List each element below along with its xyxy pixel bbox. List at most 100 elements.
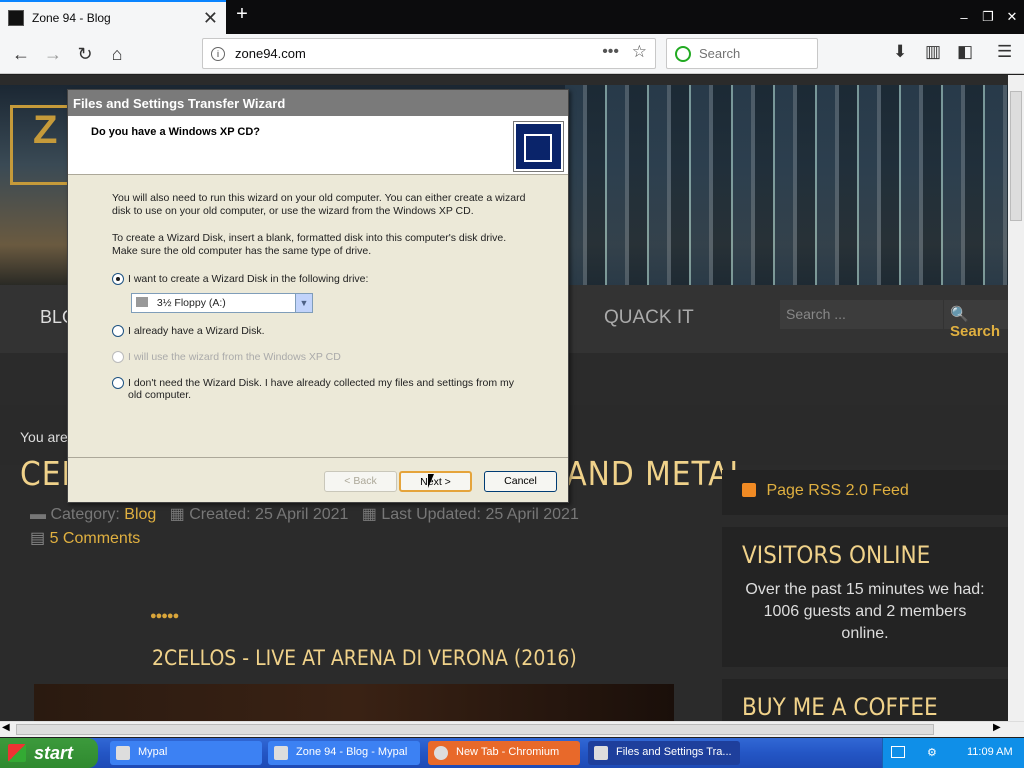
downloads-icon[interactable]: ⬇ (893, 42, 907, 62)
menu-item-quack-it[interactable]: QUACK IT (604, 307, 694, 329)
option-cd-label: I will use the wizard from the Windows X… (128, 351, 341, 363)
drive-value: 3½ Floppy (A:) (156, 297, 226, 309)
system-tray: ⚙ 11:09 AM (882, 738, 1024, 768)
horizontal-scroll-thumb[interactable] (16, 724, 934, 735)
dialog-question: Do you have a Windows XP CD? (91, 126, 261, 138)
close-window-button[interactable]: ✕ (1000, 0, 1024, 34)
folder-icon: ▬ (30, 506, 46, 523)
wizard-icon (594, 746, 608, 760)
vertical-scroll-thumb[interactable] (1010, 91, 1022, 221)
transfer-wizard-dialog: Files and Settings Transfer Wizard Do yo… (67, 89, 569, 503)
task-label: Zone 94 - Blog - Mypal (296, 746, 408, 758)
drive-select[interactable]: 3½ Floppy (A:) ▼ (131, 293, 313, 313)
site-search-button[interactable]: 🔍Search (944, 300, 1008, 340)
url-text: zone94.com (235, 46, 306, 61)
visitors-online-box: VISITORS ONLINE Over the past 15 minutes… (722, 527, 1008, 667)
library-icon[interactable]: ▥ (925, 42, 941, 62)
forward-arrow-icon[interactable]: → (40, 41, 66, 67)
minimize-button[interactable]: ‒ (952, 0, 976, 34)
site-info-icon[interactable]: i (211, 46, 225, 61)
site-logo[interactable]: Z (10, 105, 70, 185)
tab-zone94-blog[interactable]: Zone 94 - Blog ✕ (0, 0, 226, 34)
task-label: Files and Settings Tra... (616, 746, 732, 758)
dialog-separator (68, 457, 568, 458)
video-title: 2CELLOS - LIVE AT ARENA DI VERONA (2016) (152, 646, 577, 670)
site-search-label: Search (950, 323, 1001, 340)
dialog-body: You will also need to run this wizard on… (112, 192, 532, 272)
task-transfer-wizard[interactable]: Files and Settings Tra... (588, 741, 740, 765)
url-bar[interactable]: i zone94.com ••• ☆ (202, 38, 656, 69)
task-label: Mypal (138, 746, 168, 758)
taskbar: start Mypal Zone 94 - Blog - Mypal New T… (0, 738, 1024, 768)
dialog-header: Do you have a Windows XP CD? (68, 116, 568, 175)
calendar-icon: ▦ (361, 506, 377, 523)
category-label: Category: (50, 506, 120, 523)
dialog-para-1: You will also need to run this wizard on… (112, 192, 526, 217)
option-create-label: I want to create a Wizard Disk in the fo… (128, 273, 369, 285)
keyboard-icon[interactable] (891, 746, 905, 758)
dialog-title[interactable]: Files and Settings Transfer Wizard (68, 90, 568, 116)
start-label: start (34, 743, 74, 763)
created-date: Created: 25 April 2021 (189, 506, 349, 523)
dialog-para-2: To create a Wizard Disk, insert a blank,… (112, 232, 507, 257)
back-button: < Back (324, 471, 397, 492)
vertical-scrollbar[interactable] (1008, 75, 1024, 721)
task-zone94[interactable]: Zone 94 - Blog - Mypal (268, 741, 420, 765)
tab-bar: Zone 94 - Blog ✕ + ‒ ❐ ✕ (0, 0, 1024, 34)
category-link[interactable]: Blog (124, 506, 156, 523)
rss-label: Page RSS 2.0 Feed (766, 482, 909, 499)
mouse-cursor-icon (428, 474, 434, 488)
menu-hamburger-icon[interactable]: ☰ (997, 42, 1012, 62)
scroll-right-icon[interactable]: ▶ (993, 722, 1001, 733)
task-chromium[interactable]: New Tab - Chromium (428, 741, 580, 765)
browser-search-input[interactable]: Search (666, 38, 818, 69)
mypal-icon (274, 746, 288, 760)
search-engine-icon (675, 45, 691, 62)
city-banner-image (565, 85, 1008, 285)
comments-link[interactable]: ▤ 5 Comments (30, 528, 140, 548)
radio-create-wizard-disk[interactable] (112, 273, 124, 285)
network-icon[interactable]: ⚙ (927, 746, 947, 759)
rss-feed-link[interactable]: Page RSS 2.0 Feed (722, 470, 1008, 515)
sidebar-icon[interactable]: ◧ (957, 42, 973, 62)
rating-stars[interactable]: ●●●●● (150, 610, 179, 622)
next-button[interactable]: Next > (399, 471, 472, 492)
comment-icon: ▤ (30, 530, 46, 547)
scroll-left-icon[interactable]: ◀ (2, 722, 10, 733)
option-have-wizard-disk[interactable]: I already have a Wizard Disk. (112, 325, 265, 337)
bookmark-star-icon[interactable]: ☆ (632, 42, 647, 62)
home-icon[interactable]: ⌂ (104, 41, 130, 67)
option-create-wizard-disk[interactable]: I want to create a Wizard Disk in the fo… (112, 273, 368, 285)
coffee-heading: BUY ME A COFFEE (722, 679, 1008, 721)
close-tab-icon[interactable]: ✕ (203, 8, 218, 29)
site-search-input[interactable]: Search ... (780, 300, 943, 329)
start-button[interactable]: start (0, 738, 98, 768)
updated-date: Last Updated: 25 April 2021 (381, 506, 579, 523)
option-have-label: I already have a Wizard Disk. (128, 325, 265, 337)
comments-count: 5 Comments (49, 530, 141, 547)
windows-flag-icon (8, 744, 26, 762)
article-meta: ▬ Category: Blog ▦ Created: 25 April 202… (30, 504, 579, 524)
video-embed[interactable] (34, 684, 674, 721)
radio-have-wizard-disk[interactable] (112, 325, 124, 337)
mypal-icon (116, 746, 130, 760)
visitors-text: Over the past 15 minutes we had: 1006 gu… (745, 581, 985, 642)
breadcrumb-text: You are (20, 429, 68, 445)
task-mypal[interactable]: Mypal (110, 741, 262, 765)
site-favicon-icon (8, 10, 24, 26)
radio-no-wizard-disk[interactable] (112, 377, 124, 389)
browser-search-placeholder: Search (699, 46, 741, 61)
rss-icon (742, 483, 756, 497)
clock[interactable]: 11:09 AM (967, 746, 1013, 758)
task-label: New Tab - Chromium (456, 746, 560, 758)
horizontal-scrollbar[interactable]: ◀ ▶ (0, 721, 1024, 737)
option-no-wizard-disk[interactable]: I don't need the Wizard Disk. I have alr… (112, 377, 522, 401)
chevron-down-icon[interactable]: ▼ (295, 294, 312, 312)
maximize-button[interactable]: ❐ (976, 0, 1000, 34)
cancel-button[interactable]: Cancel (484, 471, 557, 492)
back-arrow-icon[interactable]: ← (8, 41, 34, 67)
new-tab-button[interactable]: + (230, 3, 254, 29)
page-actions-icon[interactable]: ••• (602, 43, 619, 61)
floppy-drive-icon (136, 297, 148, 307)
reload-icon[interactable]: ↻ (72, 41, 98, 67)
